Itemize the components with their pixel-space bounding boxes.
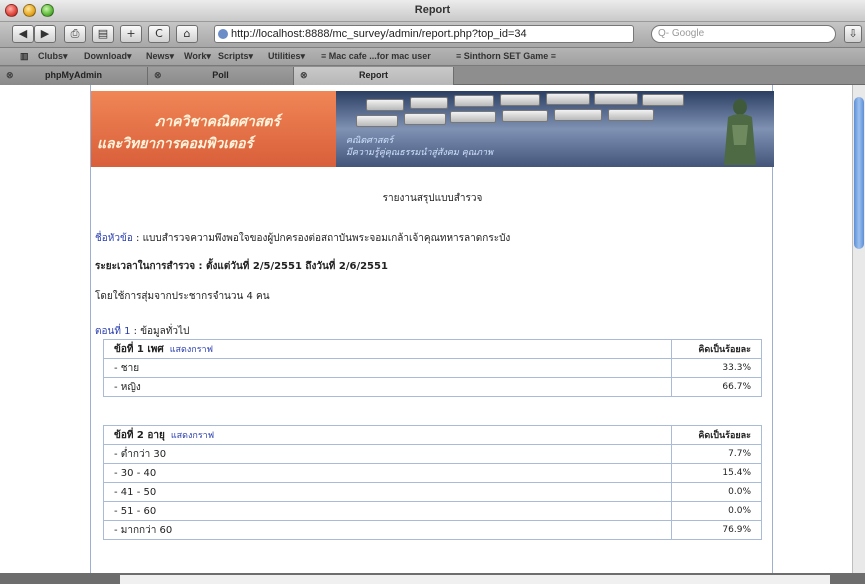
tab-phpmyadmin[interactable]: ⊗ phpMyAdmin	[0, 67, 148, 85]
search-input[interactable]: Q- Google	[651, 25, 836, 43]
tab-poll[interactable]: ⊗ Poll	[148, 67, 294, 85]
tab-bar: ⊗ phpMyAdmin ⊗ Poll ⊗ Report	[0, 66, 865, 85]
percent-header: คิดเป็นร้อยละ	[671, 339, 762, 359]
printer-icon: ⎙	[70, 27, 80, 40]
status-bar	[0, 573, 865, 584]
home-icon: ⌂	[183, 27, 191, 40]
bookmark-sinthorn[interactable]: ≡ Sinthorn SET Game ≡	[456, 51, 556, 61]
banner-line2: และวิทยาการคอมพิวเตอร์	[97, 136, 254, 152]
topic-value: : แบบสำรวจความพึงพอใจของผู้ปกครองต่อสถาบ…	[132, 233, 511, 244]
answer-percent: 66.7%	[671, 377, 762, 397]
scrollbar-thumb[interactable]	[854, 97, 864, 249]
answer-percent: 7.7%	[671, 444, 762, 464]
bookmarks-view-button[interactable]: ▤	[92, 25, 114, 43]
table-row: - 51 - 60 0.0%	[103, 501, 762, 521]
bookmark-utilities[interactable]: Utilities▾	[268, 51, 305, 62]
table-row: - หญิง 66.7%	[103, 377, 762, 397]
table-header-row: ข้อที่ 1 เพศ แสดงกราฟ คิดเป็นร้อยละ	[103, 339, 762, 359]
answer-percent: 0.0%	[671, 482, 762, 502]
department-logo: ภาควิชาคณิตศาสตร์ และวิทยาการคอมพิวเตอร์	[91, 91, 336, 167]
part-value: : ข้อมูลทั่วไป	[130, 326, 190, 337]
reload-button[interactable]: C	[148, 25, 170, 43]
show-graph-link[interactable]: แสดงกราฟ	[171, 431, 214, 441]
forward-button[interactable]: ▶	[34, 25, 56, 43]
url-text: http://localhost:8888/mc_survey/admin/re…	[231, 28, 527, 40]
bookmark-clubs[interactable]: Clubs▾	[38, 51, 68, 62]
browser-window: Report ◀ ▶ ⎙ ▤ + C ⌂ http://localhost:88…	[0, 0, 865, 584]
question-table-gender: ข้อที่ 1 เพศ แสดงกราฟ คิดเป็นร้อยละ - ชาย…	[103, 339, 762, 397]
answer-label: - มากกว่า 60	[103, 520, 672, 540]
survey-period: ระยะเวลาในการสำรวจ : ตั้งแต่วันที่ 2/5/2…	[95, 261, 388, 272]
banner-line1: ภาควิชาคณิตศาสตร์	[155, 114, 281, 130]
header-banner: ภาควิชาคณิตศาสตร์ และวิทยาการคอมพิวเตอร์	[91, 91, 774, 167]
table-row: - ชาย 33.3%	[103, 358, 762, 378]
question-title-cell: ข้อที่ 2 อายุ แสดงกราฟ	[103, 425, 672, 445]
answer-percent: 76.9%	[671, 520, 762, 540]
part-heading: ตอนที่ 1 : ข้อมูลทั่วไป	[95, 324, 189, 339]
bookmark-mac-cafe[interactable]: ≡ Mac cafe ...for mac user	[321, 51, 431, 61]
downloads-button[interactable]: ⇩	[844, 25, 862, 43]
answer-label: - ต่ำกว่า 30	[103, 444, 672, 464]
status-bar-field	[120, 575, 830, 584]
back-arrow-icon: ◀	[18, 27, 28, 40]
statue-image	[724, 99, 756, 165]
percent-header: คิดเป็นร้อยละ	[671, 425, 762, 445]
part-label-link[interactable]: ตอนที่ 1	[95, 326, 130, 337]
forward-arrow-icon: ▶	[40, 27, 50, 40]
window-title: Report	[414, 4, 451, 16]
plus-icon: +	[126, 27, 136, 40]
bookmark-news[interactable]: News▾	[146, 51, 174, 62]
keyboard-image: คณิตศาสตร์ มีความรู้คู่คุณธรรมนำสู่สังคม…	[336, 91, 774, 167]
show-graph-link[interactable]: แสดงกราฟ	[170, 345, 213, 355]
add-bookmark-button[interactable]: +	[120, 25, 142, 43]
table-row: - มากกว่า 60 76.9%	[103, 520, 762, 540]
page-viewport: ภาควิชาคณิตศาสตร์ และวิทยาการคอมพิวเตอร์	[0, 85, 852, 573]
table-row: - 30 - 40 15.4%	[103, 463, 762, 483]
tab-report[interactable]: ⊗ Report	[294, 67, 454, 85]
bookmark-work[interactable]: Work▾	[184, 51, 211, 62]
back-button[interactable]: ◀	[12, 25, 34, 43]
toolbar: ◀ ▶ ⎙ ▤ + C ⌂ http://localhost:8888/mc_s…	[0, 22, 865, 48]
bookmarks-icon: ▤	[97, 27, 109, 40]
print-button[interactable]: ⎙	[64, 25, 86, 43]
answer-percent: 33.3%	[671, 358, 762, 378]
download-icon: ⇩	[848, 27, 858, 40]
globe-icon	[218, 29, 228, 39]
table-row: - ต่ำกว่า 30 7.7%	[103, 444, 762, 464]
survey-sample: โดยใช้การสุ่มจากประชากรจำนวน 4 คน	[95, 291, 270, 302]
table-row: - 41 - 50 0.0%	[103, 482, 762, 502]
reload-icon: C	[155, 27, 163, 40]
bookmarks-bar: ▥ Clubs▾ Download▾ News▾ Work▾ Scripts▾ …	[0, 48, 865, 66]
topic-label-link[interactable]: ชื่อหัวข้อ	[95, 233, 133, 244]
answer-label: - 51 - 60	[103, 501, 672, 521]
answer-label: - 30 - 40	[103, 463, 672, 483]
table-header-row: ข้อที่ 2 อายุ แสดงกราฟ คิดเป็นร้อยละ	[103, 425, 762, 445]
bookmarks-book-icon[interactable]: ▥	[20, 51, 29, 62]
answer-percent: 15.4%	[671, 463, 762, 483]
home-button[interactable]: ⌂	[176, 25, 198, 43]
title-bar: Report	[0, 0, 865, 22]
banner-sub2: มีความรู้คู่คุณธรรมนำสู่สังคม คุณภาพ	[346, 148, 494, 158]
question-table-age: ข้อที่ 2 อายุ แสดงกราฟ คิดเป็นร้อยละ - ต่…	[103, 425, 762, 540]
answer-percent: 0.0%	[671, 501, 762, 521]
address-bar[interactable]: http://localhost:8888/mc_survey/admin/re…	[214, 25, 634, 43]
survey-topic: ชื่อหัวข้อ : แบบสำรวจความพึงพอใจของผู้ปก…	[95, 231, 510, 246]
vertical-scrollbar[interactable]	[852, 85, 865, 573]
answer-label: - 41 - 50	[103, 482, 672, 502]
answer-label: - ชาย	[103, 358, 672, 378]
bookmark-download[interactable]: Download▾	[84, 51, 132, 62]
bookmark-scripts[interactable]: Scripts▾	[218, 51, 253, 62]
report-page: ภาควิชาคณิตศาสตร์ และวิทยาการคอมพิวเตอร์	[90, 85, 774, 573]
answer-label: - หญิง	[103, 377, 672, 397]
question-title-cell: ข้อที่ 1 เพศ แสดงกราฟ	[103, 339, 672, 359]
report-title: รายงานสรุปแบบสำรวจ	[382, 193, 483, 204]
